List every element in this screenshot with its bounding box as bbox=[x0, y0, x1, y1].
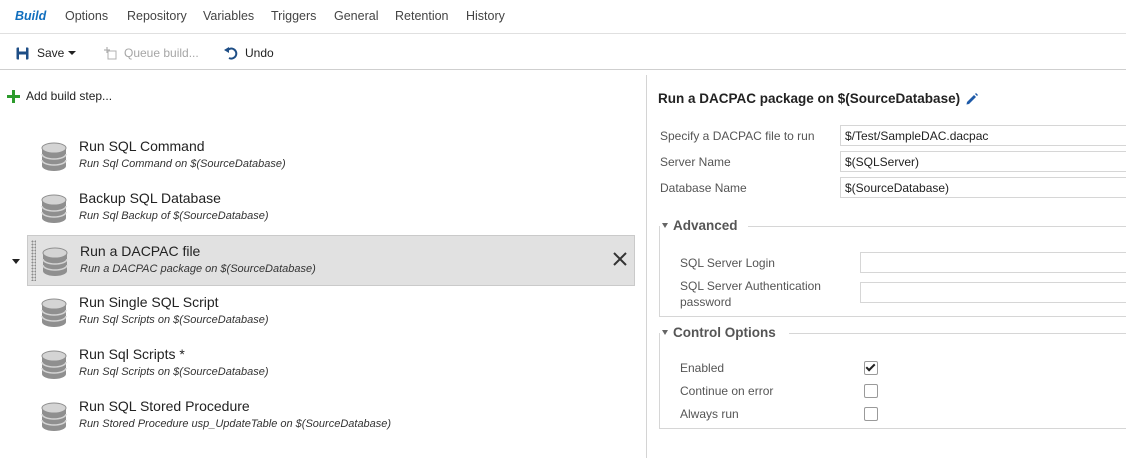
control-options-section-header[interactable]: Control Options bbox=[662, 325, 776, 340]
drag-handle[interactable] bbox=[31, 240, 36, 281]
database-icon bbox=[41, 350, 67, 379]
step-subtitle: Run Sql Scripts on $(SourceDatabase) bbox=[79, 366, 269, 378]
database-icon bbox=[41, 194, 67, 223]
queue-build-label: Queue build... bbox=[124, 46, 199, 60]
database-icon bbox=[41, 142, 67, 171]
control-options-heading: Control Options bbox=[673, 325, 776, 340]
control-options-border-bottom bbox=[659, 428, 1126, 429]
toolbar: Save Queue build... Undo bbox=[0, 34, 1126, 70]
database-name-label: Database Name bbox=[660, 181, 747, 195]
step-subtitle: Run Sql Scripts on $(SourceDatabase) bbox=[79, 314, 269, 326]
continue-on-error-label: Continue on error bbox=[680, 384, 774, 398]
tab-history[interactable]: History bbox=[466, 9, 505, 23]
undo-icon bbox=[224, 47, 238, 60]
database-icon bbox=[42, 247, 68, 276]
step-title: Backup SQL Database bbox=[79, 190, 221, 206]
control-options-border-left bbox=[659, 333, 660, 428]
step-subtitle: Run Sql Command on $(SourceDatabase) bbox=[79, 158, 286, 170]
queue-build-button[interactable]: Queue build... bbox=[104, 46, 199, 60]
control-options-divider bbox=[789, 333, 1126, 334]
enabled-label: Enabled bbox=[680, 361, 725, 375]
enabled-checkbox[interactable] bbox=[864, 361, 878, 375]
pencil-icon[interactable] bbox=[965, 92, 979, 106]
dacpac-file-input[interactable] bbox=[840, 125, 1126, 146]
server-name-label: Server Name bbox=[660, 155, 731, 169]
advanced-section-header[interactable]: Advanced bbox=[662, 218, 738, 233]
build-step-run-dacpac-file[interactable]: Run a DACPAC file Run a DACPAC package o… bbox=[27, 235, 635, 286]
build-step-run-sql-command[interactable]: Run SQL Command Run Sql Command on $(Sou… bbox=[27, 131, 635, 182]
step-subtitle: Run Sql Backup of $(SourceDatabase) bbox=[79, 210, 269, 222]
step-details-pane: Run a DACPAC package on $(SourceDatabase… bbox=[647, 70, 1126, 458]
close-icon[interactable] bbox=[611, 250, 629, 268]
database-icon bbox=[41, 402, 67, 431]
chevron-down-icon bbox=[68, 51, 77, 55]
sql-login-label: SQL Server Login bbox=[680, 256, 775, 270]
tab-retention[interactable]: Retention bbox=[395, 9, 449, 23]
undo-label: Undo bbox=[245, 46, 274, 60]
save-label: Save bbox=[37, 46, 65, 60]
build-step-run-sql-scripts[interactable]: Run Sql Scripts * Run Sql Scripts on $(S… bbox=[27, 339, 635, 390]
tab-variables[interactable]: Variables bbox=[203, 9, 254, 23]
selected-step-caret-icon bbox=[12, 259, 20, 264]
tab-general[interactable]: General bbox=[334, 9, 378, 23]
sql-password-label-line1: SQL Server Authentication bbox=[680, 279, 821, 293]
build-step-run-single-sql-script[interactable]: Run Single SQL Script Run Sql Scripts on… bbox=[27, 287, 635, 338]
step-subtitle: Run Stored Procedure usp_UpdateTable on … bbox=[79, 418, 392, 430]
tab-options[interactable]: Options bbox=[65, 9, 108, 23]
build-step-run-sql-stored-procedure[interactable]: Run SQL Stored Procedure Run Stored Proc… bbox=[27, 391, 635, 442]
tab-triggers[interactable]: Triggers bbox=[271, 9, 316, 23]
advanced-border-bottom bbox=[659, 316, 1126, 317]
dacpac-file-label: Specify a DACPAC file to run bbox=[660, 129, 815, 143]
collapse-triangle-icon bbox=[662, 223, 668, 228]
tab-build[interactable]: Build bbox=[15, 9, 46, 23]
add-build-step-label: Add build step... bbox=[26, 89, 113, 103]
step-title: Run a DACPAC file bbox=[80, 243, 201, 259]
step-title: Run SQL Command bbox=[79, 138, 205, 154]
step-title: Run Sql Scripts * bbox=[79, 346, 185, 362]
advanced-heading: Advanced bbox=[673, 218, 738, 233]
build-steps-pane: Add build step... Run SQL Command Run Sq… bbox=[0, 70, 646, 458]
sql-password-label-line2: password bbox=[680, 295, 732, 309]
advanced-border-left bbox=[659, 226, 660, 316]
save-icon bbox=[16, 47, 29, 59]
step-subtitle: Run a DACPAC package on $(SourceDatabase… bbox=[80, 263, 316, 275]
continue-on-error-checkbox[interactable] bbox=[864, 384, 878, 398]
add-build-step-button[interactable]: Add build step... bbox=[7, 89, 112, 103]
step-details-title-text: Run a DACPAC package on $(SourceDatabase… bbox=[658, 91, 961, 106]
save-button[interactable]: Save bbox=[16, 46, 77, 60]
collapse-triangle-icon bbox=[662, 330, 668, 335]
step-title: Run SQL Stored Procedure bbox=[79, 398, 250, 414]
queue-build-icon bbox=[104, 46, 117, 59]
sql-login-input[interactable] bbox=[860, 252, 1126, 273]
step-title: Run Single SQL Script bbox=[79, 294, 219, 310]
always-run-checkbox[interactable] bbox=[864, 407, 878, 421]
advanced-divider bbox=[748, 226, 1126, 227]
sql-password-input[interactable] bbox=[860, 282, 1126, 303]
build-step-backup-sql-database[interactable]: Backup SQL Database Run Sql Backup of $(… bbox=[27, 183, 635, 234]
server-name-input[interactable] bbox=[840, 151, 1126, 172]
plus-icon bbox=[7, 89, 20, 103]
tab-bar: Build Options Repository Variables Trigg… bbox=[0, 0, 1126, 34]
always-run-label: Always run bbox=[680, 407, 739, 421]
step-details-title: Run a DACPAC package on $(SourceDatabase… bbox=[658, 91, 979, 106]
undo-button[interactable]: Undo bbox=[224, 46, 274, 60]
tab-repository[interactable]: Repository bbox=[127, 9, 187, 23]
database-icon bbox=[41, 298, 67, 327]
database-name-input[interactable] bbox=[840, 177, 1126, 198]
